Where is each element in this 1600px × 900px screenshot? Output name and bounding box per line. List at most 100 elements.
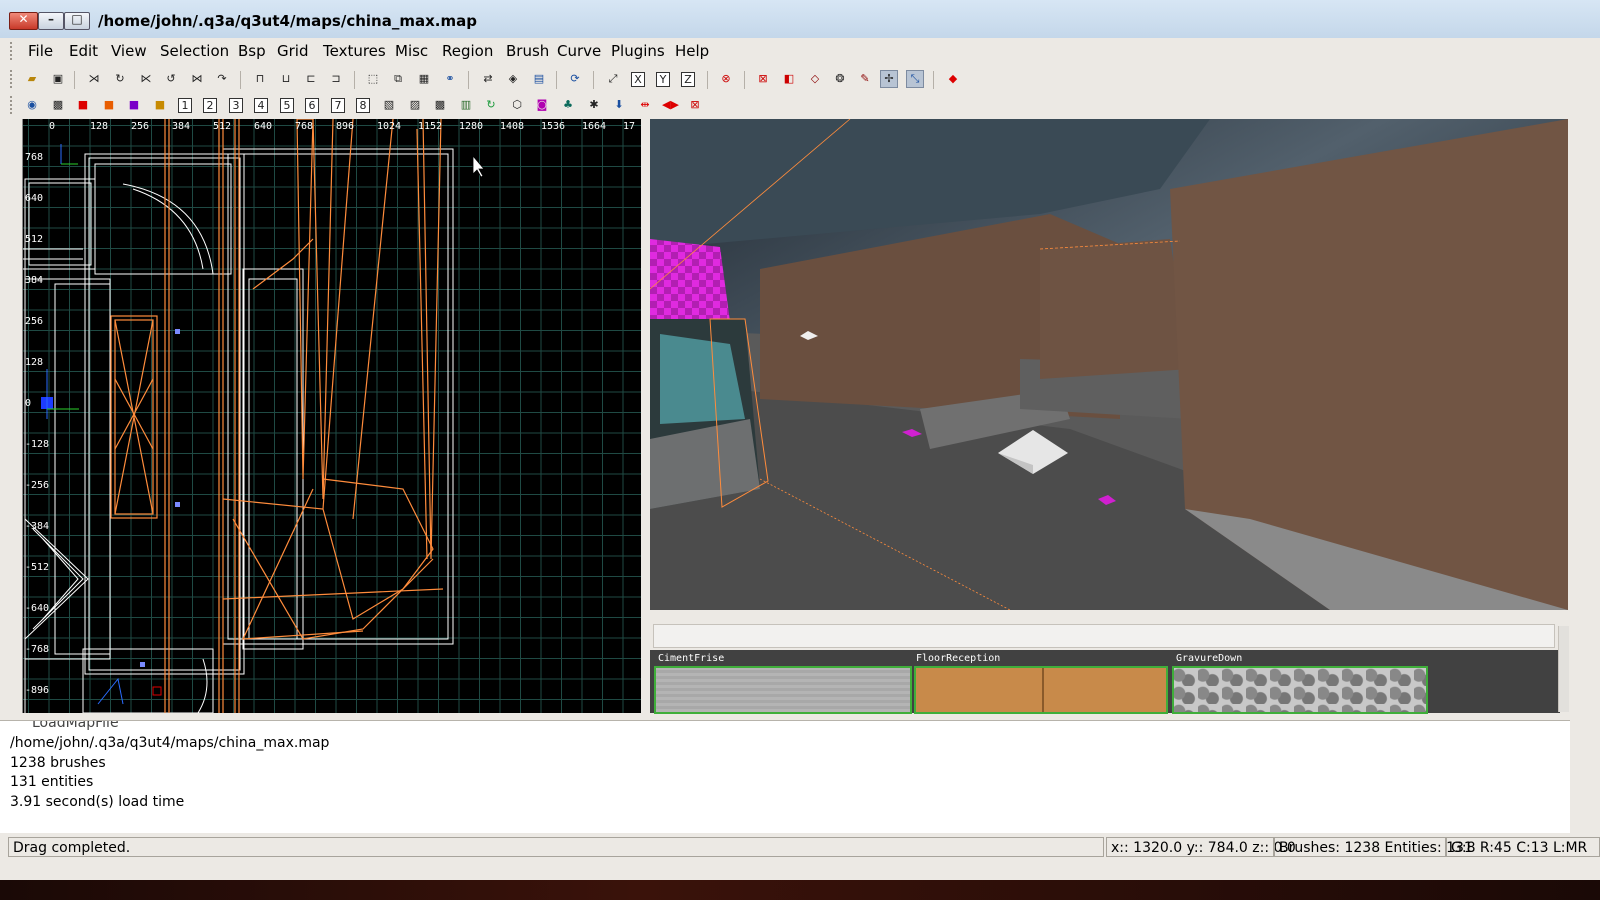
close-button[interactable]: ✕ (9, 12, 38, 30)
separator (240, 71, 241, 89)
csg-merge-icon[interactable]: ⧉ (390, 71, 406, 87)
gold-block-icon[interactable]: ■ (152, 97, 168, 113)
select-touching-icon[interactable]: ⊔ (278, 71, 294, 87)
patch-drill-icon[interactable]: ✎ (857, 71, 873, 87)
menu-region[interactable]: Region (442, 42, 493, 60)
magenta-tex-icon[interactable]: ◙ (534, 97, 550, 113)
number-8-button[interactable]: 8 (356, 98, 370, 113)
menu-edit[interactable]: Edit (69, 42, 98, 60)
number-4-button[interactable]: 4 (254, 98, 268, 113)
camera-view-icon[interactable]: ▤ (531, 71, 547, 87)
flip-x-icon[interactable]: ⋊ (86, 71, 102, 87)
xy-view[interactable]: 0 128 256 384 512 640 768 896 1024 1152 1280 1408 15… (22, 119, 641, 713)
arrow-down-icon[interactable]: ⬇ (611, 97, 627, 113)
split-h-icon[interactable]: ⇹ (637, 97, 653, 113)
split-v-icon[interactable]: ◀▶ (662, 97, 679, 113)
texture-tile[interactable] (914, 666, 1168, 714)
number-3-button[interactable]: 3 (229, 98, 243, 113)
rotate-x-icon[interactable]: ↻ (112, 71, 128, 87)
y-ruler-tick: 256 (25, 316, 44, 327)
change-views-icon[interactable]: ⇄ (480, 71, 496, 87)
toolbar-grip[interactable] (10, 70, 16, 88)
menu-curve[interactable]: Curve (557, 42, 601, 60)
flip-y-icon[interactable]: ⋉ (138, 71, 154, 87)
bobtoolz-icon[interactable]: ▩ (50, 97, 66, 113)
toolbar2-grip[interactable] (10, 96, 16, 114)
rotate-y-icon[interactable]: ↺ (163, 71, 179, 87)
menu-misc[interactable]: Misc (395, 42, 428, 60)
menu-help[interactable]: Help (675, 42, 709, 60)
cubic-clip-icon[interactable]: ⊗ (718, 71, 734, 87)
rotate-green-icon[interactable]: ↻ (483, 97, 499, 113)
patch-weld-icon[interactable]: ❂ (832, 71, 848, 87)
orange-block-icon[interactable]: ■ (101, 97, 117, 113)
view-y-icon[interactable]: Y (656, 72, 670, 87)
menu-brush[interactable]: Brush (506, 42, 549, 60)
select-partial-tall-icon[interactable]: ⊏ (303, 71, 319, 87)
texture-view-icon[interactable]: ◈ (505, 71, 521, 87)
x-ruler-tick: 1664 (582, 121, 607, 132)
texture-tile[interactable] (654, 666, 912, 714)
patch-insert-icon[interactable]: ◇ (807, 71, 823, 87)
texture-scrollbar[interactable] (1558, 626, 1569, 712)
refresh-icon[interactable]: ⟳ (567, 71, 583, 87)
view-x-icon[interactable]: X (631, 72, 645, 87)
flip-z-icon[interactable]: ⋈ (189, 71, 205, 87)
number-7-button[interactable]: 7 (331, 98, 345, 113)
patch-bend-icon[interactable]: ◧ (781, 71, 797, 87)
clear-icon[interactable]: ⊠ (687, 97, 703, 113)
separator (744, 71, 745, 89)
x-ruler-tick: 1408 (500, 121, 525, 132)
red-block-icon[interactable]: ■ (75, 97, 91, 113)
prefab-icon[interactable]: ◉ (24, 97, 40, 113)
hollow-icon[interactable]: ▦ (416, 71, 432, 87)
view-z-icon[interactable]: Z (681, 72, 695, 87)
menu-bsp[interactable]: Bsp (238, 42, 266, 60)
minimize-button[interactable]: – (38, 12, 64, 30)
number-5-button[interactable]: 5 (280, 98, 294, 113)
menubar-grip[interactable] (10, 42, 16, 60)
menu-file[interactable]: File (28, 42, 53, 60)
texture-filter-input[interactable] (653, 624, 1555, 648)
drag-edges-icon[interactable]: ✢ (880, 70, 898, 88)
clipper-icon[interactable]: ⚭ (442, 71, 458, 87)
x-ruler-tick: 256 (131, 121, 150, 132)
hexagon-icon[interactable]: ⬡ (509, 97, 525, 113)
texture-grid[interactable]: CimentFrise FloorReception GravureDown (650, 650, 1560, 714)
bug-icon[interactable]: ✱ (586, 97, 602, 113)
menu-selection[interactable]: Selection (160, 42, 229, 60)
maximize-button[interactable]: □ (64, 12, 90, 30)
csg-subtract-icon[interactable]: ⬚ (365, 71, 381, 87)
show-bounds-icon[interactable]: ◆ (945, 71, 961, 87)
separator (74, 71, 75, 89)
number-6-button[interactable]: 6 (305, 98, 319, 113)
y-ruler-tick: 512 (25, 234, 44, 245)
rotate-z-icon[interactable]: ↷ (214, 71, 230, 87)
menu-grid[interactable]: Grid (277, 42, 308, 60)
menu-plugins[interactable]: Plugins (611, 42, 665, 60)
terrain-icon[interactable]: ▥ (458, 97, 474, 113)
view-xy-icon[interactable]: ⤢ (605, 71, 621, 87)
texture-name: CimentFrise (658, 653, 725, 664)
pane-splitter[interactable] (641, 119, 649, 713)
open-icon[interactable]: ▰ (24, 71, 40, 87)
purple-block-icon[interactable]: ■ (126, 97, 142, 113)
tree-icon[interactable]: ♣ (560, 97, 576, 113)
drag-vertices-icon[interactable]: ⤡ (906, 70, 924, 88)
grid-pattern-3-icon[interactable]: ▩ (432, 97, 448, 113)
y-ruler-tick: 128 (25, 357, 44, 368)
title-bar[interactable]: ✕ – □ /home/john/.q3a/q3ut4/maps/china_m… (0, 0, 1600, 39)
select-complete-tall-icon[interactable]: ⊓ (252, 71, 268, 87)
grid-pattern-2-icon[interactable]: ▨ (407, 97, 423, 113)
save-icon[interactable]: ▣ (50, 71, 66, 87)
number-2-button[interactable]: 2 (203, 98, 217, 113)
select-inside-icon[interactable]: ⊐ (328, 71, 344, 87)
camera-view[interactable] (650, 119, 1568, 610)
texture-tile[interactable] (1172, 666, 1428, 714)
number-1-button[interactable]: 1 (178, 98, 192, 113)
grid-pattern-icon[interactable]: ▧ (381, 97, 397, 113)
menu-textures[interactable]: Textures (323, 42, 386, 60)
x-ruler-tick: 1280 (459, 121, 484, 132)
menu-view[interactable]: View (111, 42, 147, 60)
patch-icon[interactable]: ⊠ (755, 71, 771, 87)
